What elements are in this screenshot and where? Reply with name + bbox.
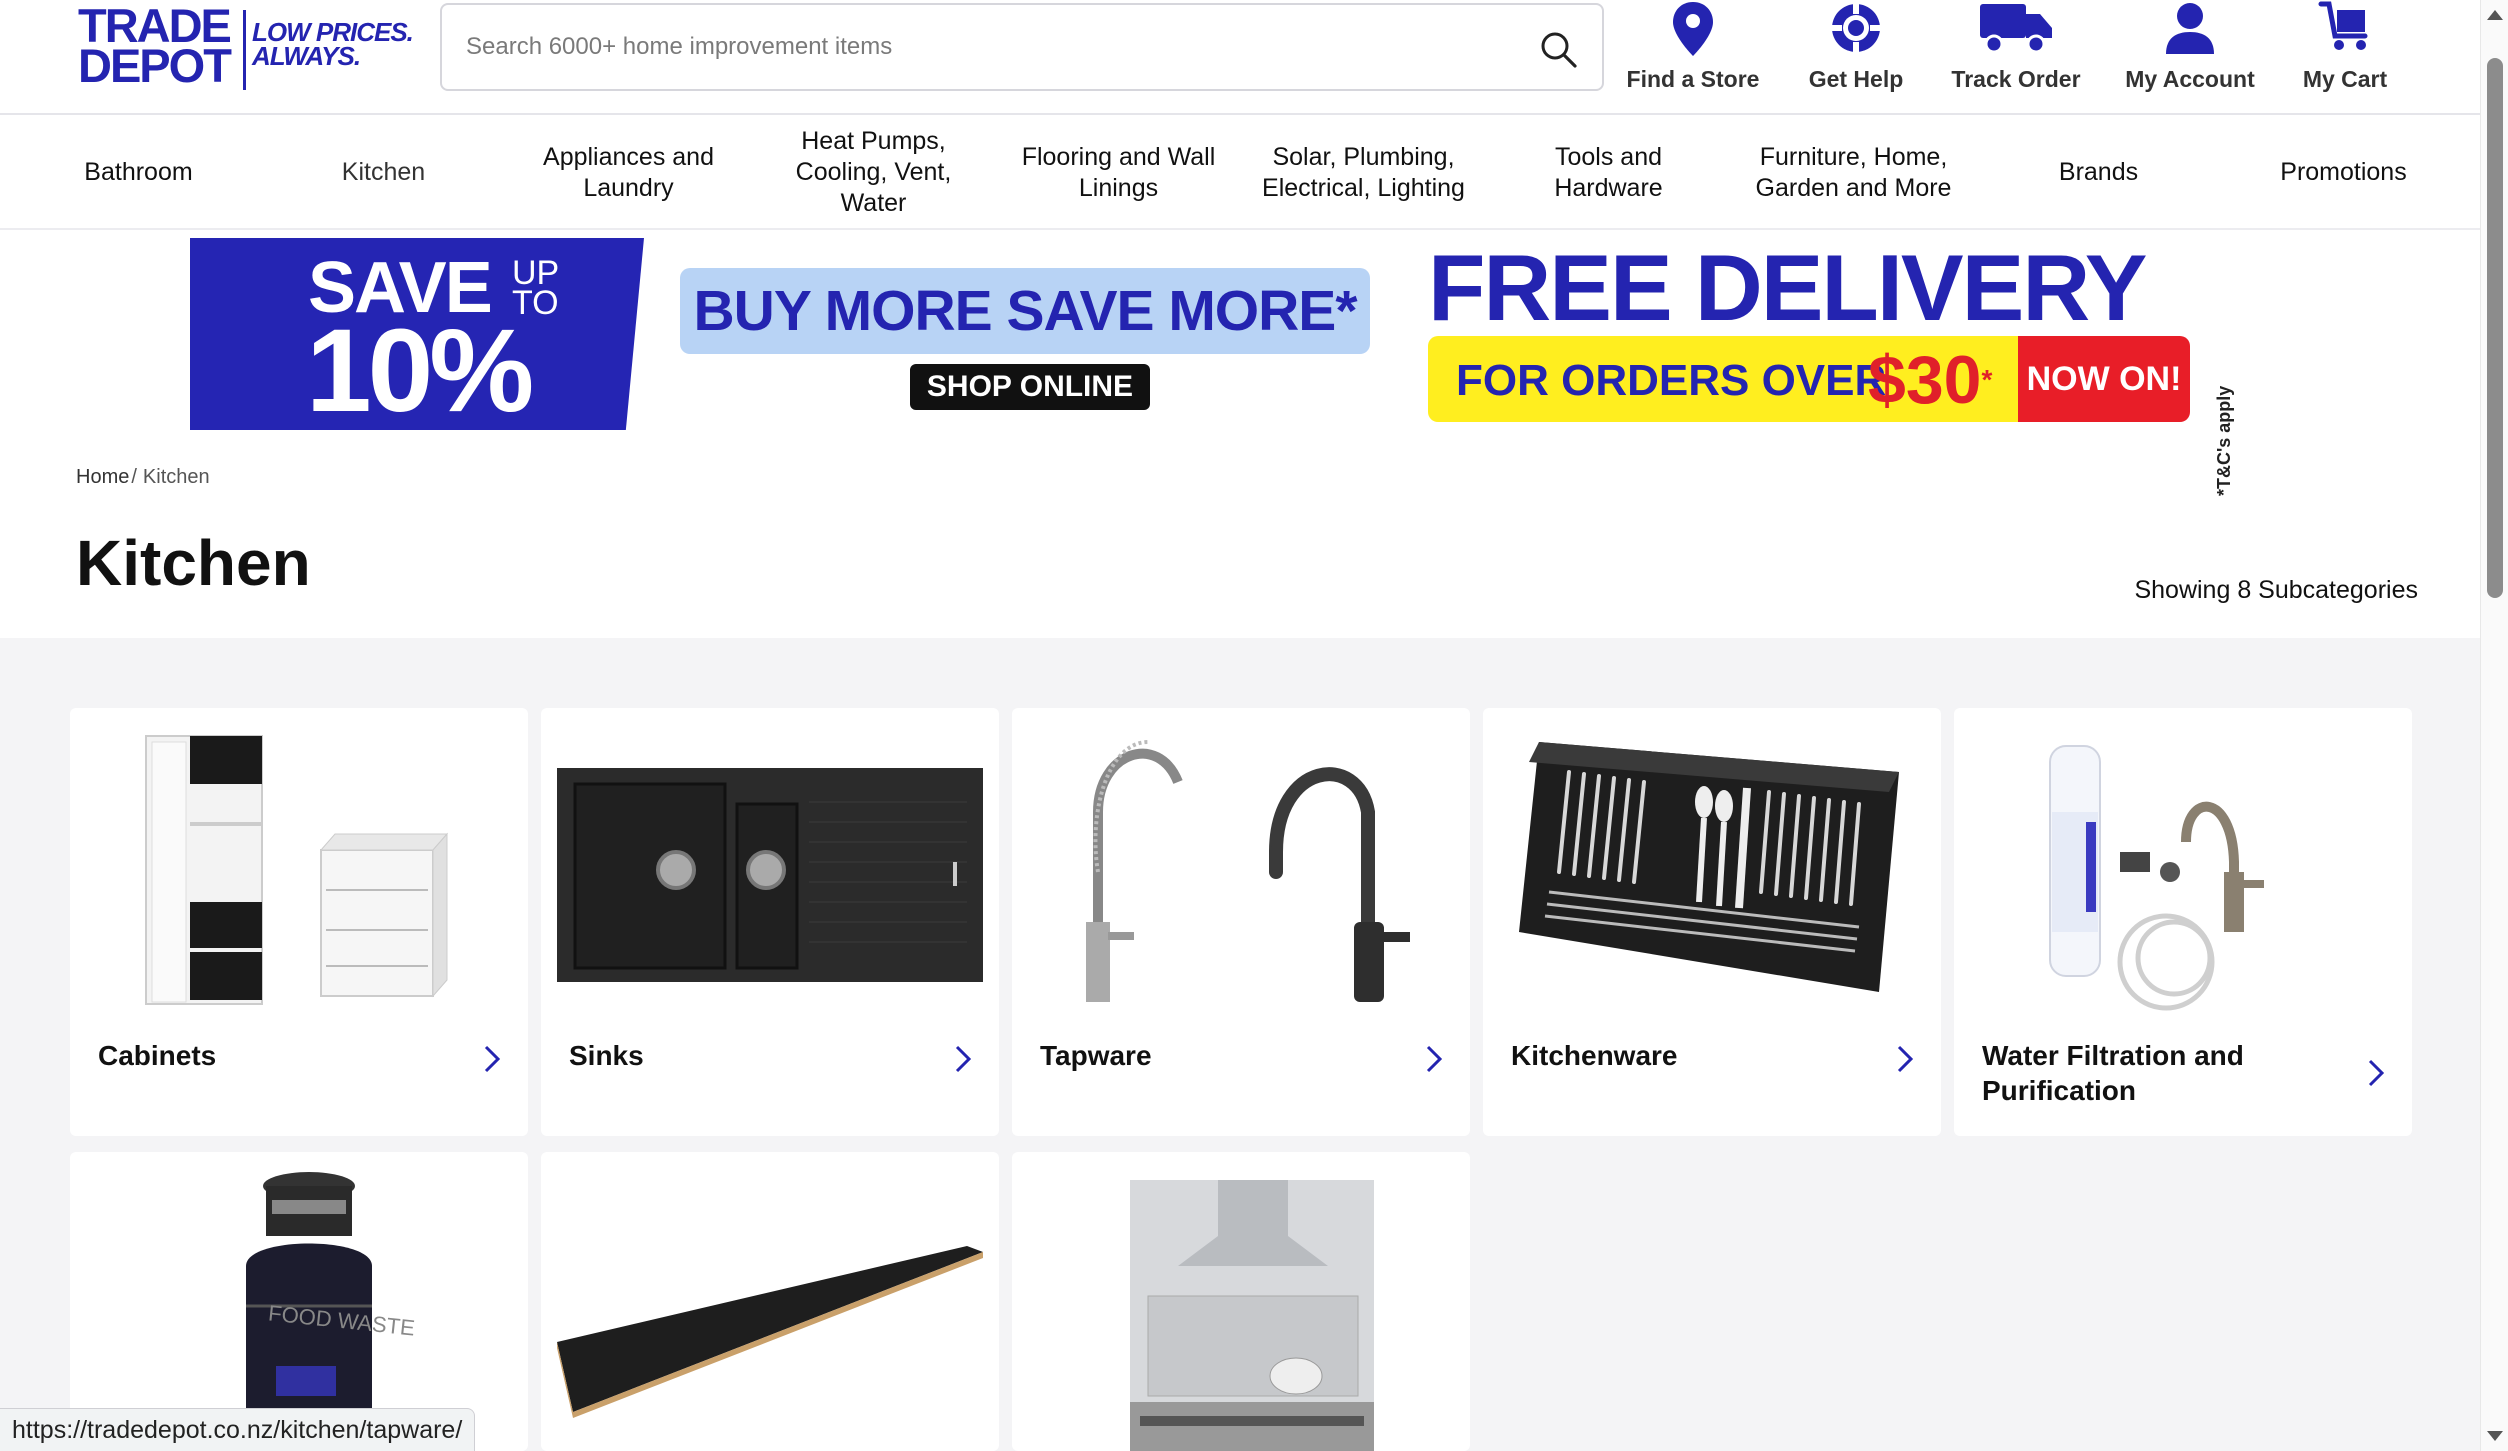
cutlery-set-image (1519, 742, 1899, 992)
chevron-right-icon[interactable] (1424, 1044, 1444, 1074)
breadcrumb-separator: / (131, 466, 137, 488)
truck-icon (1980, 4, 2052, 54)
terms-note: *T&C's apply (2214, 385, 2234, 496)
breadcrumb-current: Kitchen (142, 466, 210, 488)
nav-bathroom[interactable]: Bathroom (16, 115, 261, 230)
subcategory-card-tapware[interactable]: Tapware (1012, 708, 1470, 1136)
track-order-link[interactable]: Track Order (1936, 0, 2096, 100)
logo-wordmark: TRADE DEPOT (78, 0, 232, 92)
save-up-to-badge: SAVE UP TO 10% (190, 238, 644, 430)
nav-heat-pumps[interactable]: Heat Pumps, Cooling, Vent, Water (751, 115, 996, 230)
nav-flooring[interactable]: Flooring and Wall Linings (996, 115, 1241, 230)
orders-over-strip: FOR ORDERS OVER $30* (1428, 336, 2018, 422)
buy-more-save-more: BUY MORE SAVE MORE* (680, 268, 1370, 354)
delivery-threshold: $30* (1868, 342, 1993, 418)
get-help-label: Get Help (1808, 66, 1904, 92)
nav-appliances-laundry[interactable]: Appliances and Laundry (506, 115, 751, 230)
cabinet-image (145, 735, 449, 1005)
chevron-right-icon[interactable] (482, 1044, 502, 1074)
promo-banner[interactable]: SAVE UP TO 10% BUY MORE SAVE MORE* SHOP O… (190, 235, 2270, 496)
scroll-down-arrow[interactable] (2487, 1431, 2503, 1441)
nav-solar-plumbing[interactable]: Solar, Plumbing, Electrical, Lighting (1241, 115, 1486, 230)
subcategory-card-waste-disposer[interactable]: FOOD WASTE (70, 1152, 528, 1451)
subcategory-name: Tapware (1040, 1040, 1152, 1071)
map-pin-icon (1673, 2, 1713, 56)
subcategory-card-splashback[interactable] (1012, 1152, 1470, 1451)
sink-image (557, 768, 983, 982)
nav-promotions[interactable]: Promotions (2221, 115, 2466, 230)
now-on-badge: NOW ON! (2018, 336, 2190, 422)
my-cart-label: My Cart (2302, 66, 2388, 92)
user-icon (2166, 3, 2214, 54)
nav-kitchen[interactable]: Kitchen (261, 115, 506, 230)
get-help-link[interactable]: Get Help (1776, 0, 1936, 100)
site-header: TRADEDEPOT LOW PRICES.ALWAYS. Find a Sto… (0, 0, 2480, 115)
link-status-bar: https://tradedepot.co.nz/kitchen/tapware… (0, 1408, 476, 1451)
logo-tagline: LOW PRICES. ALWAYS. (252, 17, 414, 71)
lifebuoy-icon (1832, 4, 1880, 52)
subcategory-card-sinks[interactable]: Sinks (541, 708, 999, 1136)
subcategory-name: Kitchenware (1511, 1040, 1678, 1071)
category-nav: Bathroom Kitchen Appliances and Laundry … (0, 115, 2480, 230)
chevron-right-icon[interactable] (953, 1044, 973, 1074)
find-store-link[interactable]: Find a Store (1610, 0, 1776, 100)
nav-tools-hardware[interactable]: Tools and Hardware (1486, 115, 1731, 230)
search-input[interactable] (466, 27, 1466, 67)
subcategory-name: Sinks (569, 1040, 644, 1071)
orders-over-text: FOR ORDERS OVER (1456, 356, 1887, 405)
breadcrumb-home[interactable]: Home (76, 466, 129, 488)
subcategory-count: Showing 8 Subcategories (2134, 576, 2418, 604)
scroll-up-arrow[interactable] (2487, 10, 2503, 20)
vertical-scrollbar[interactable] (2480, 0, 2508, 1451)
subcategory-name: Water Filtration and Purification (1982, 1040, 2244, 1106)
page-title: Kitchen (76, 527, 311, 599)
chevron-right-icon[interactable] (2366, 1058, 2386, 1088)
scrollbar-thumb[interactable] (2487, 58, 2503, 598)
splashback-image (1130, 1180, 1374, 1451)
chevron-right-icon[interactable] (1895, 1044, 1915, 1074)
page: TRADEDEPOT LOW PRICES.ALWAYS. Find a Sto… (0, 0, 2508, 1451)
free-delivery-headline: FREE DELIVERY (1428, 235, 2147, 340)
find-store-label: Find a Store (1626, 66, 1760, 92)
track-order-label: Track Order (1951, 66, 2081, 92)
logo-divider (243, 10, 246, 90)
breadcrumb: Home / Kitchen (76, 466, 210, 489)
my-account-label: My Account (2125, 66, 2255, 92)
search-icon[interactable] (1538, 29, 1578, 69)
my-cart-link[interactable]: My Cart (2270, 0, 2420, 100)
water-filter-image (2049, 745, 2264, 1011)
trade-depot-logo[interactable]: TRADE DEPOT LOW PRICES. ALWAYS. (78, 0, 418, 92)
subcategory-card-kitchenware[interactable]: Kitchenware (1483, 708, 1941, 1136)
search-box (440, 3, 1604, 91)
nav-brands[interactable]: Brands (1976, 115, 2221, 230)
cart-icon (2318, 1, 2368, 50)
subcategory-card-water-filtration[interactable]: Water Filtration and Purification (1954, 708, 2412, 1136)
benchtop-image (557, 1246, 983, 1418)
tap-image (1086, 740, 1410, 1002)
discount-percent: 10% (306, 305, 534, 437)
subcategory-name: Cabinets (98, 1040, 217, 1071)
shop-online-button[interactable]: SHOP ONLINE (910, 364, 1150, 410)
subcategory-card-cabinets[interactable]: Cabinets (70, 708, 528, 1136)
subcategory-card-benchtop[interactable] (541, 1152, 999, 1451)
nav-furniture-home[interactable]: Furniture, Home, Garden and More (1731, 115, 1976, 230)
my-account-link[interactable]: My Account (2110, 0, 2270, 100)
